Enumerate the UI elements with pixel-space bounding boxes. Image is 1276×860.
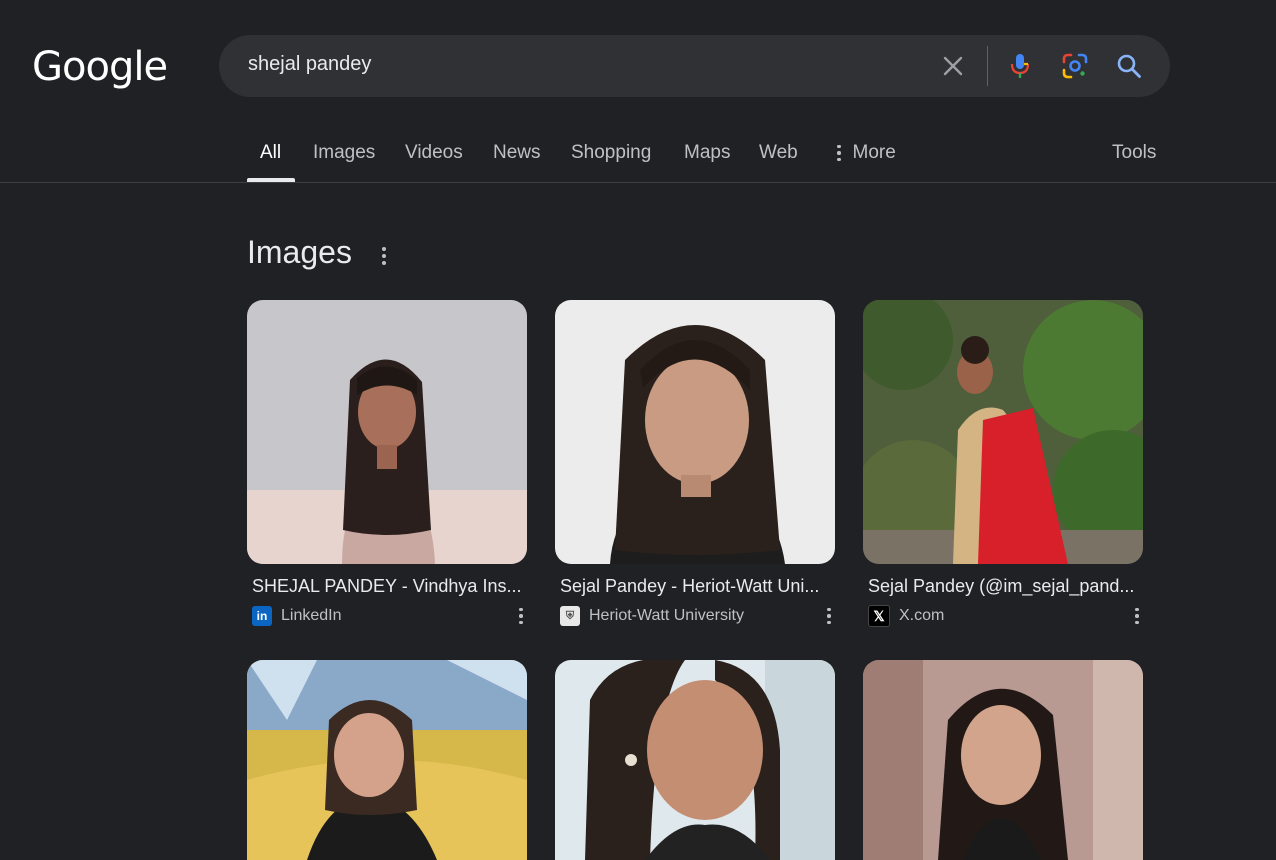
heriot-watt-crest-icon: ⛨ [560, 606, 580, 626]
result-source-name: LinkedIn [281, 607, 342, 624]
result-thumbnail[interactable] [863, 660, 1143, 860]
tabs-divider [0, 182, 1276, 183]
images-section-title: Images [247, 234, 352, 270]
result-options-icon[interactable] [1131, 605, 1143, 627]
search-input[interactable]: shejal pandey [248, 53, 371, 76]
tab-web[interactable]: Web [759, 142, 798, 164]
tab-more-label: More [852, 142, 896, 163]
google-logo[interactable]: Google [32, 44, 168, 90]
image-result-card [863, 660, 1143, 860]
result-title[interactable]: SHEJAL PANDEY - Vindhya Ins... [252, 576, 522, 597]
tools-button[interactable]: Tools [1112, 142, 1156, 164]
search-icon[interactable] [1115, 52, 1143, 80]
image-result-card: SHEJAL PANDEY - Vindhya Ins... in Linked… [247, 300, 527, 627]
result-thumbnail[interactable] [555, 660, 835, 860]
microphone-icon[interactable] [1006, 52, 1034, 80]
section-options-icon[interactable] [376, 244, 392, 268]
image-result-card [555, 660, 835, 860]
google-lens-icon[interactable] [1061, 52, 1089, 80]
search-bar[interactable]: shejal pandey [219, 35, 1170, 97]
more-vertical-icon [837, 144, 841, 162]
result-options-icon[interactable] [823, 605, 835, 627]
result-title[interactable]: Sejal Pandey - Heriot-Watt Uni... [560, 576, 830, 597]
result-source-name: Heriot-Watt University [589, 607, 744, 624]
result-source[interactable]: ⛨ Heriot-Watt University [560, 605, 835, 627]
result-thumbnail[interactable] [863, 300, 1143, 564]
tab-videos[interactable]: Videos [405, 142, 463, 164]
search-bar-divider [987, 46, 988, 86]
result-thumbnail[interactable] [247, 300, 527, 564]
tab-more[interactable]: More [837, 142, 896, 164]
result-thumbnail[interactable] [247, 660, 527, 860]
result-source[interactable]: in LinkedIn [252, 605, 527, 627]
x-icon: 𝕏 [868, 605, 890, 627]
result-thumbnail[interactable] [555, 300, 835, 564]
tab-news[interactable]: News [493, 142, 541, 164]
image-result-card: Sejal Pandey - Heriot-Watt Uni... ⛨ Heri… [555, 300, 835, 627]
linkedin-icon: in [252, 606, 272, 626]
tab-all[interactable]: All [260, 142, 281, 164]
image-result-card: Sejal Pandey (@im_sejal_pand... 𝕏 X.com [863, 300, 1143, 627]
tab-shopping[interactable]: Shopping [571, 142, 651, 164]
result-source[interactable]: 𝕏 X.com [868, 605, 1143, 627]
clear-search-icon[interactable] [939, 52, 967, 80]
result-source-name: X.com [899, 607, 945, 624]
result-title[interactable]: Sejal Pandey (@im_sejal_pand... [868, 576, 1138, 597]
tab-images[interactable]: Images [313, 142, 375, 164]
tab-maps[interactable]: Maps [684, 142, 730, 164]
image-result-card [247, 660, 527, 860]
result-options-icon[interactable] [515, 605, 527, 627]
